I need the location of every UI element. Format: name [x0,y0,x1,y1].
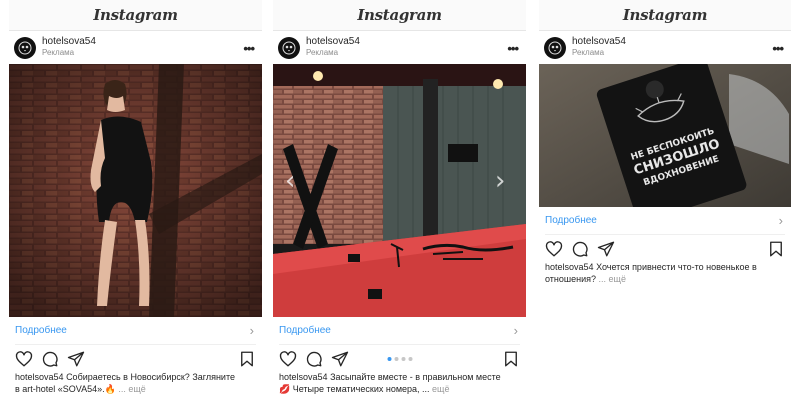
caption-text-2: отношения? [545,274,597,284]
instagram-logo: Instagram [622,6,708,24]
more-dots-icon[interactable]: ••• [507,41,519,56]
chevron-right-icon[interactable]: › [250,323,254,338]
post-header: hotelsova54 Реклама ••• [273,31,526,64]
ad-post-3: Instagram hotelsova54 Реклама ••• НЕ БЕС… [539,0,791,300]
post-carousel-image[interactable]: ‹ › [273,64,526,317]
bookmark-icon[interactable] [238,350,256,368]
carousel-indicator [387,357,412,361]
caption-text: Засыпайте вместе - в правильном месте [330,372,501,382]
avatar[interactable] [278,37,300,59]
action-bar [9,345,262,371]
bookmark-icon[interactable] [502,350,520,368]
caption-more-link[interactable]: ... ещё [599,274,626,284]
instagram-header: Instagram [9,0,262,31]
caption: hotelsova54 Хочется привнести что-то нов… [539,261,791,285]
instagram-header: Instagram [539,0,791,31]
caption-text: Хочется привнести что-то новенькое в [596,262,757,272]
sponsored-label: Реклама [306,48,339,57]
chevron-right-icon[interactable]: › [779,213,783,228]
instagram-logo: Instagram [93,6,178,24]
svg-text:‹: ‹ [285,166,295,196]
post-header: hotelsova54 Реклама ••• [9,31,262,64]
caption-text: Собираетесь в Новосибирск? Загляните [66,372,235,382]
caption: hotelsova54 Засыпайте вместе - в правиль… [273,371,526,395]
heart-icon[interactable] [545,240,563,258]
cta-learn-more[interactable]: Подробнее › [545,207,785,235]
carousel-dot [387,357,391,361]
avatar[interactable] [544,37,566,59]
comment-icon[interactable] [571,240,589,258]
username[interactable]: hotelsova54 [306,36,360,47]
paper-plane-icon[interactable] [67,350,85,368]
owl-logo-icon [282,41,296,55]
username[interactable]: hotelsova54 [42,36,96,47]
caption-text-2: 💋 Четыре тематических номера, ... [279,384,430,394]
carousel-dot [408,357,412,361]
caption-username[interactable]: hotelsova54 [545,262,594,272]
sponsored-label: Реклама [572,48,605,57]
caption-username[interactable]: hotelsova54 [279,372,328,382]
action-bar [539,235,791,261]
comment-icon[interactable] [41,350,59,368]
caption-more-link[interactable]: ещё [432,384,449,394]
action-bar [273,345,526,371]
instagram-logo: Instagram [357,6,442,24]
username[interactable]: hotelsova54 [572,36,626,47]
more-dots-icon[interactable]: ••• [243,41,255,56]
bookmark-icon[interactable] [767,240,785,258]
heart-icon[interactable] [15,350,33,368]
heart-icon[interactable] [279,350,297,368]
caption-text-2: в art-hotel «SOVA54».🔥 [15,384,116,394]
chevron-right-icon[interactable]: › [514,323,518,338]
post-image[interactable]: НЕ БЕСПОКОИТЬ СНИЗОШЛО ВДОХНОВЕНИЕ [539,64,791,207]
ad-post-1: Instagram hotelsova54 Реклама ••• Подроб… [9,0,262,417]
paper-plane-icon[interactable] [597,240,615,258]
paper-plane-icon[interactable] [331,350,349,368]
cta-learn-more[interactable]: Подробнее › [15,317,256,345]
owl-logo-icon [548,41,562,55]
post-header: hotelsova54 Реклама ••• [539,31,791,64]
cta-label[interactable]: Подробнее [279,325,331,336]
caption-username[interactable]: hotelsova54 [15,372,64,382]
carousel-dot [394,357,398,361]
carousel-dot [401,357,405,361]
owl-logo-icon [18,41,32,55]
caption: hotelsova54 Собираетесь в Новосибирск? З… [9,371,262,395]
cta-learn-more[interactable]: Подробнее › [279,317,520,345]
caption-more-link[interactable]: ... ещё [118,384,145,394]
svg-text:›: › [495,166,505,196]
avatar[interactable] [14,37,36,59]
cta-label[interactable]: Подробнее [545,215,597,226]
ad-post-2: Instagram hotelsova54 Реклама ••• ‹ › По… [273,0,526,417]
comment-icon[interactable] [305,350,323,368]
more-dots-icon[interactable]: ••• [772,41,784,56]
post-image[interactable] [9,64,262,317]
cta-label[interactable]: Подробнее [15,325,67,336]
sponsored-label: Реклама [42,48,75,57]
instagram-header: Instagram [273,0,526,31]
